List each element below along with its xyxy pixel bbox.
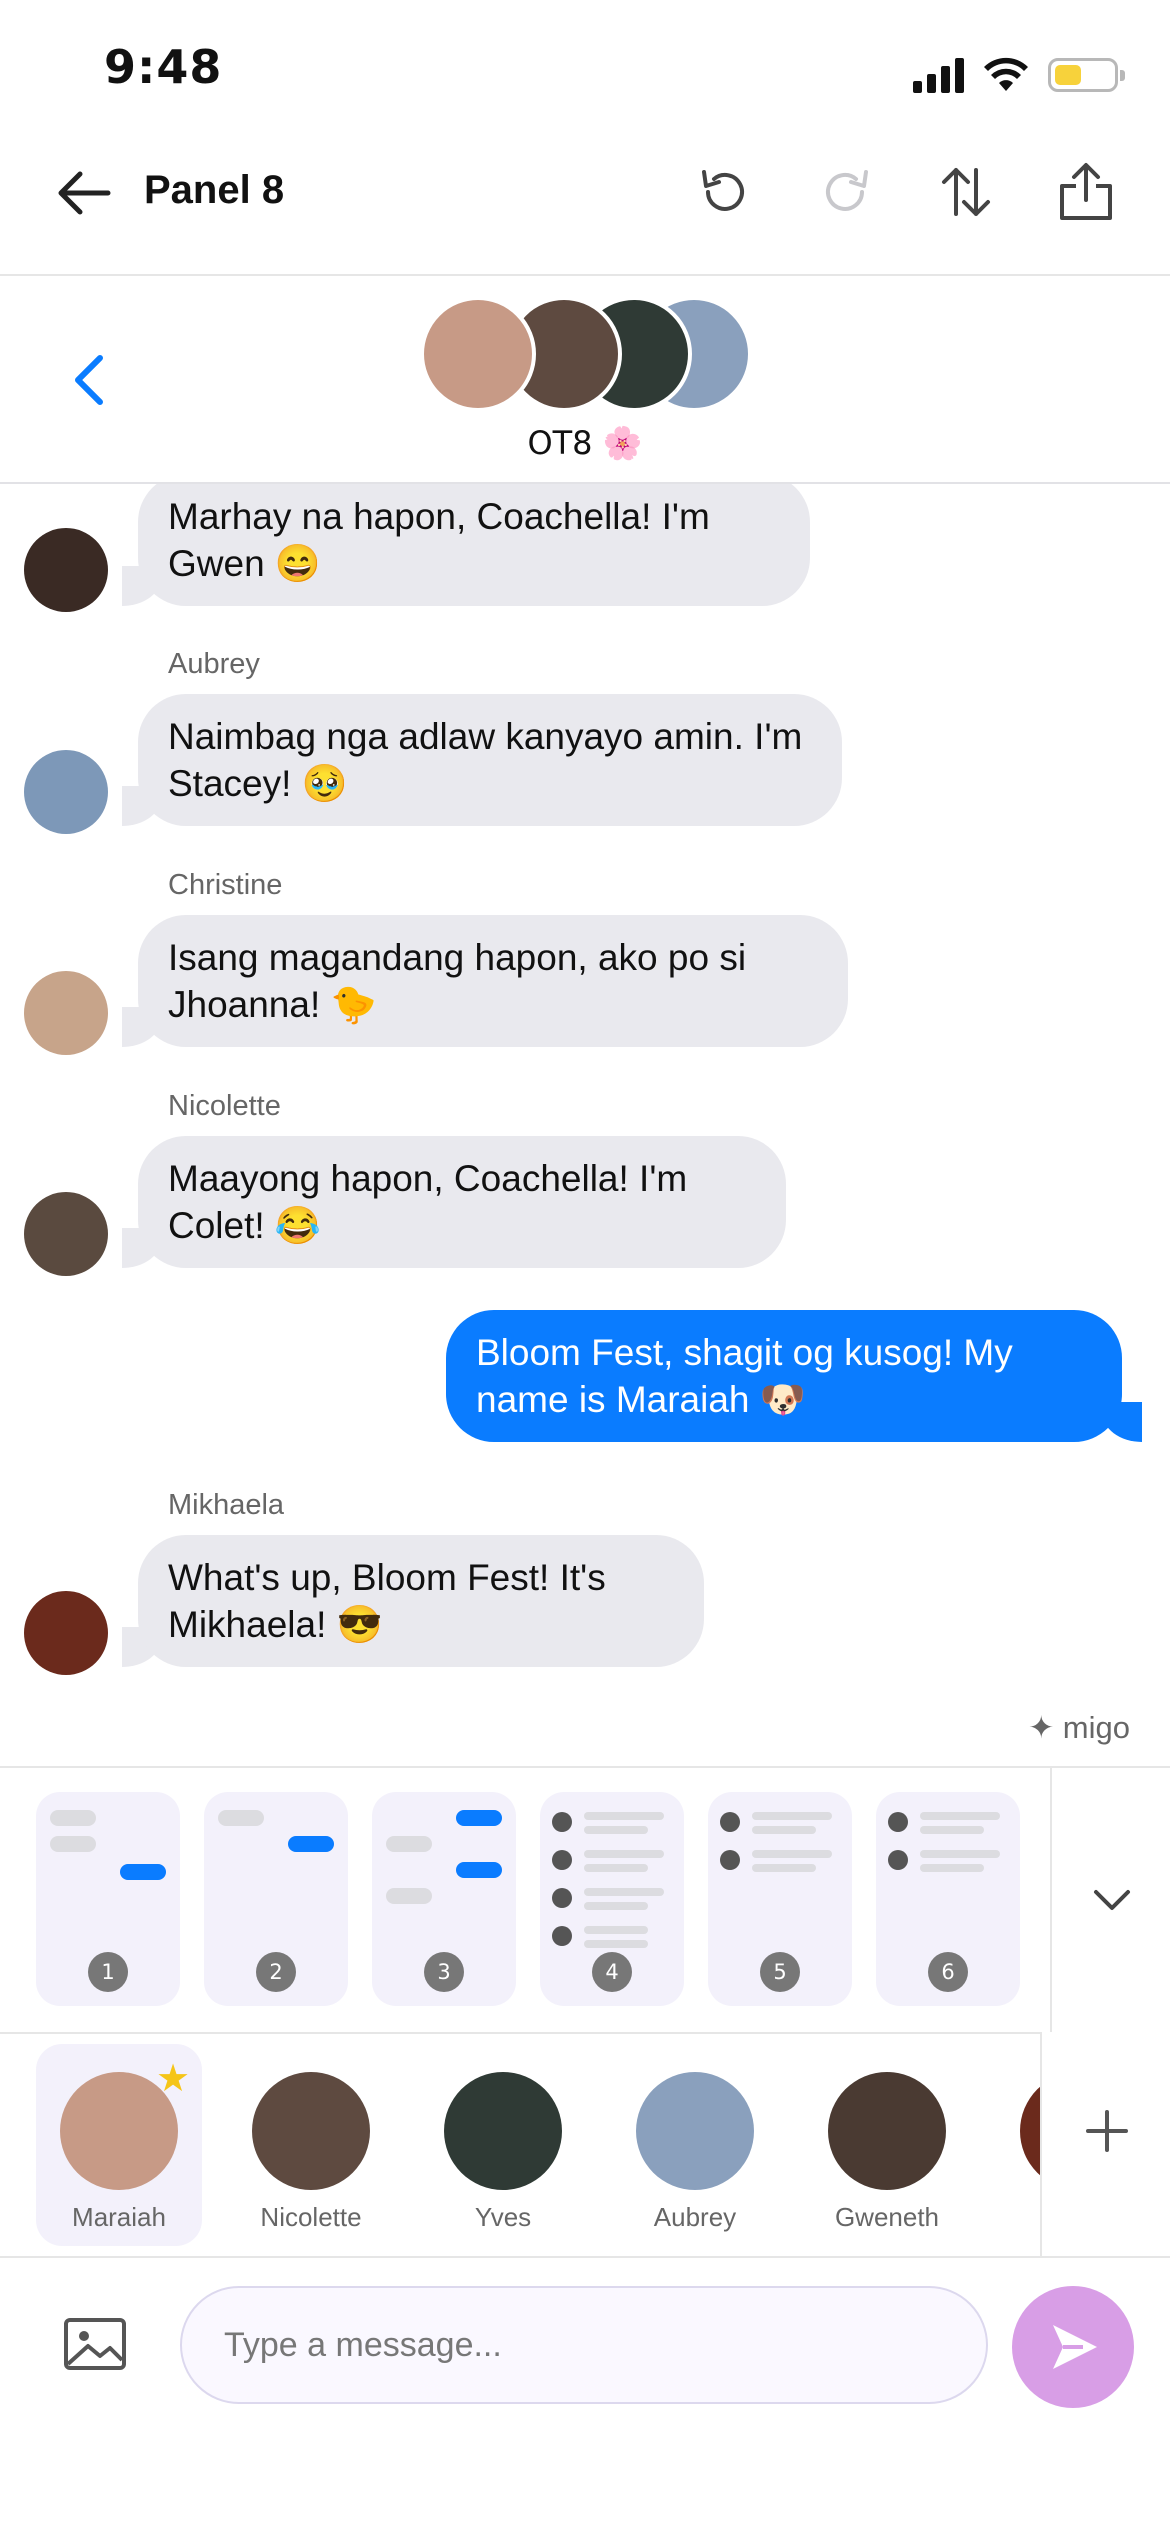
- avatar: [444, 2072, 562, 2190]
- status-bar: 9:48: [0, 0, 1170, 140]
- redo-icon: [826, 170, 868, 211]
- incoming-message-bubble[interactable]: Maayong hapon, Coachella! I'm Colet! 😂: [122, 1136, 786, 1268]
- sender-name: Nicolette: [168, 1090, 281, 1122]
- battery-icon: [1048, 58, 1125, 92]
- status-icons: [913, 50, 1125, 100]
- avatar: [24, 1192, 108, 1276]
- sort-button[interactable]: [930, 156, 1002, 228]
- share-icon: [1060, 163, 1112, 220]
- incoming-message-bubble[interactable]: What's up, Bloom Fest! It's Mikhaela! 😎: [122, 1535, 704, 1667]
- divider: [1050, 1768, 1052, 2032]
- message-list[interactable]: Marhay na hapon, Coachella! I'm Gwen 😄 A…: [0, 484, 1170, 1764]
- persona-name: Yves: [474, 2202, 532, 2232]
- group-name[interactable]: OT8 🌸: [0, 424, 1170, 462]
- message-composer: Type a message...: [0, 2258, 1170, 2532]
- persona-yves[interactable]: Yves: [420, 2044, 586, 2246]
- layout-option-5[interactable]: 5: [708, 1792, 852, 2006]
- incoming-message-bubble[interactable]: Naimbag nga adlaw kanyayo amin. I'm Stac…: [122, 694, 842, 826]
- undo-button[interactable]: [688, 156, 760, 228]
- layout-picker: 1 2 3 4 5 6: [0, 1766, 1170, 2034]
- back-arrow-icon[interactable]: [52, 160, 118, 226]
- layout-option-4[interactable]: 4: [540, 1792, 684, 2006]
- share-button[interactable]: [1050, 156, 1122, 228]
- group-avatars[interactable]: [420, 296, 752, 412]
- chevron-left-icon[interactable]: [66, 352, 114, 408]
- plus-icon[interactable]: [1082, 2106, 1132, 2156]
- undo-icon: [702, 170, 744, 211]
- avatar: [828, 2072, 946, 2190]
- avatar: [24, 750, 108, 834]
- persona-name: Gweneth: [834, 2202, 940, 2232]
- persona-maraiah[interactable]: ★ Maraiah: [36, 2044, 202, 2246]
- incoming-message-bubble[interactable]: Marhay na hapon, Coachella! I'm Gwen 😄: [122, 484, 810, 606]
- persona-aubrey[interactable]: Aubrey: [612, 2044, 778, 2246]
- layout-option-2[interactable]: 2: [204, 1792, 348, 2006]
- status-time: 9:48: [104, 40, 223, 94]
- avatar: [636, 2072, 754, 2190]
- editor-title: Panel 8: [144, 168, 285, 212]
- persona-name: Aubrey: [653, 2202, 737, 2232]
- layout-number: 5: [760, 1952, 800, 1992]
- add-persona-area: [1040, 2032, 1170, 2256]
- avatar: [24, 1591, 108, 1675]
- redo-button[interactable]: [810, 156, 882, 228]
- avatar: [24, 971, 108, 1055]
- send-icon: [1053, 2325, 1097, 2369]
- layout-option-6[interactable]: 6: [876, 1792, 1020, 2006]
- outgoing-message-bubble[interactable]: Bloom Fest, shagit og kusog! My name is …: [446, 1310, 1142, 1442]
- incoming-message-bubble[interactable]: Isang magandang hapon, ako po si Jhoanna…: [122, 915, 848, 1047]
- layout-number: 2: [256, 1952, 296, 1992]
- chat-header: OT8 🌸: [0, 276, 1170, 484]
- migo-watermark: ✦ migo: [1028, 1710, 1130, 1745]
- persona-nicolette[interactable]: Nicolette: [228, 2044, 394, 2246]
- group-avatar: [420, 296, 536, 412]
- persona-gweneth[interactable]: Gweneth: [804, 2044, 970, 2246]
- layout-number: 6: [928, 1952, 968, 1992]
- avatar: [252, 2072, 370, 2190]
- editor-toolbar: Panel 8: [0, 140, 1170, 276]
- wifi-icon: [984, 57, 1028, 91]
- star-icon: ★: [156, 2056, 191, 2100]
- layout-option-1[interactable]: 1: [36, 1792, 180, 2006]
- signal-icon: [913, 57, 964, 93]
- layout-number: 1: [88, 1952, 128, 1992]
- layout-option-3[interactable]: 3: [372, 1792, 516, 2006]
- layout-number: 4: [592, 1952, 632, 1992]
- chevron-down-icon[interactable]: [1088, 1880, 1136, 1920]
- send-button[interactable]: [1012, 2286, 1134, 2408]
- sender-name: Christine: [168, 869, 283, 901]
- message-input[interactable]: Type a message...: [180, 2286, 988, 2404]
- persona-name: Maraiah: [72, 2202, 166, 2232]
- image-icon[interactable]: [62, 2316, 128, 2372]
- persona-picker: ★ Maraiah Nicolette Yves Aubrey Gweneth …: [0, 2032, 1170, 2258]
- sender-name: Aubrey: [168, 648, 260, 680]
- layout-number: 3: [424, 1952, 464, 1992]
- avatar: [24, 528, 108, 612]
- sort-arrows-icon: [942, 168, 990, 216]
- persona-name: Nicolette: [260, 2202, 362, 2232]
- sender-name: Mikhaela: [168, 1489, 285, 1521]
